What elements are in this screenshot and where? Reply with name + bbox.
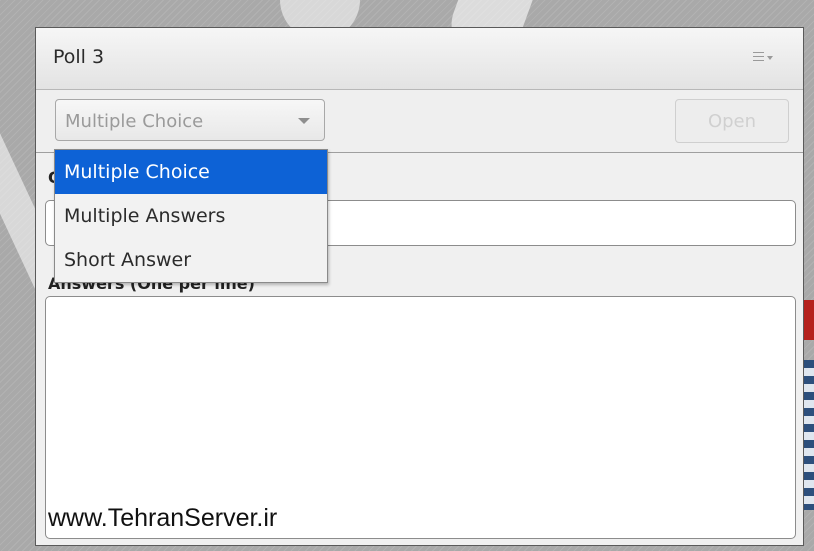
open-poll-button[interactable]: Open [675,99,789,143]
background-app-strip [804,360,814,510]
poll-panel: Poll 3 Multiple Choice Open Q Answers (O… [35,27,804,546]
panel-title: Poll 3 [53,46,105,68]
answers-field[interactable] [45,296,796,539]
watermark-text: www.TehranServer.ir [48,504,278,532]
dropdown-option-short-answer[interactable]: Short Answer [55,238,327,282]
question-type-dropdown: Multiple Choice Multiple Answers Short A… [54,149,328,283]
chevron-down-icon [298,118,310,124]
question-type-select[interactable]: Multiple Choice [55,99,325,141]
question-type-value: Multiple Choice [65,111,204,132]
background-app-strip [804,300,814,340]
hamburger-menu-icon[interactable] [753,50,777,66]
dropdown-option-multiple-answers[interactable]: Multiple Answers [55,194,327,238]
panel-header: Poll 3 [36,28,803,90]
poll-toolbar: Multiple Choice Open [36,90,803,153]
dropdown-option-multiple-choice[interactable]: Multiple Choice [55,150,327,194]
